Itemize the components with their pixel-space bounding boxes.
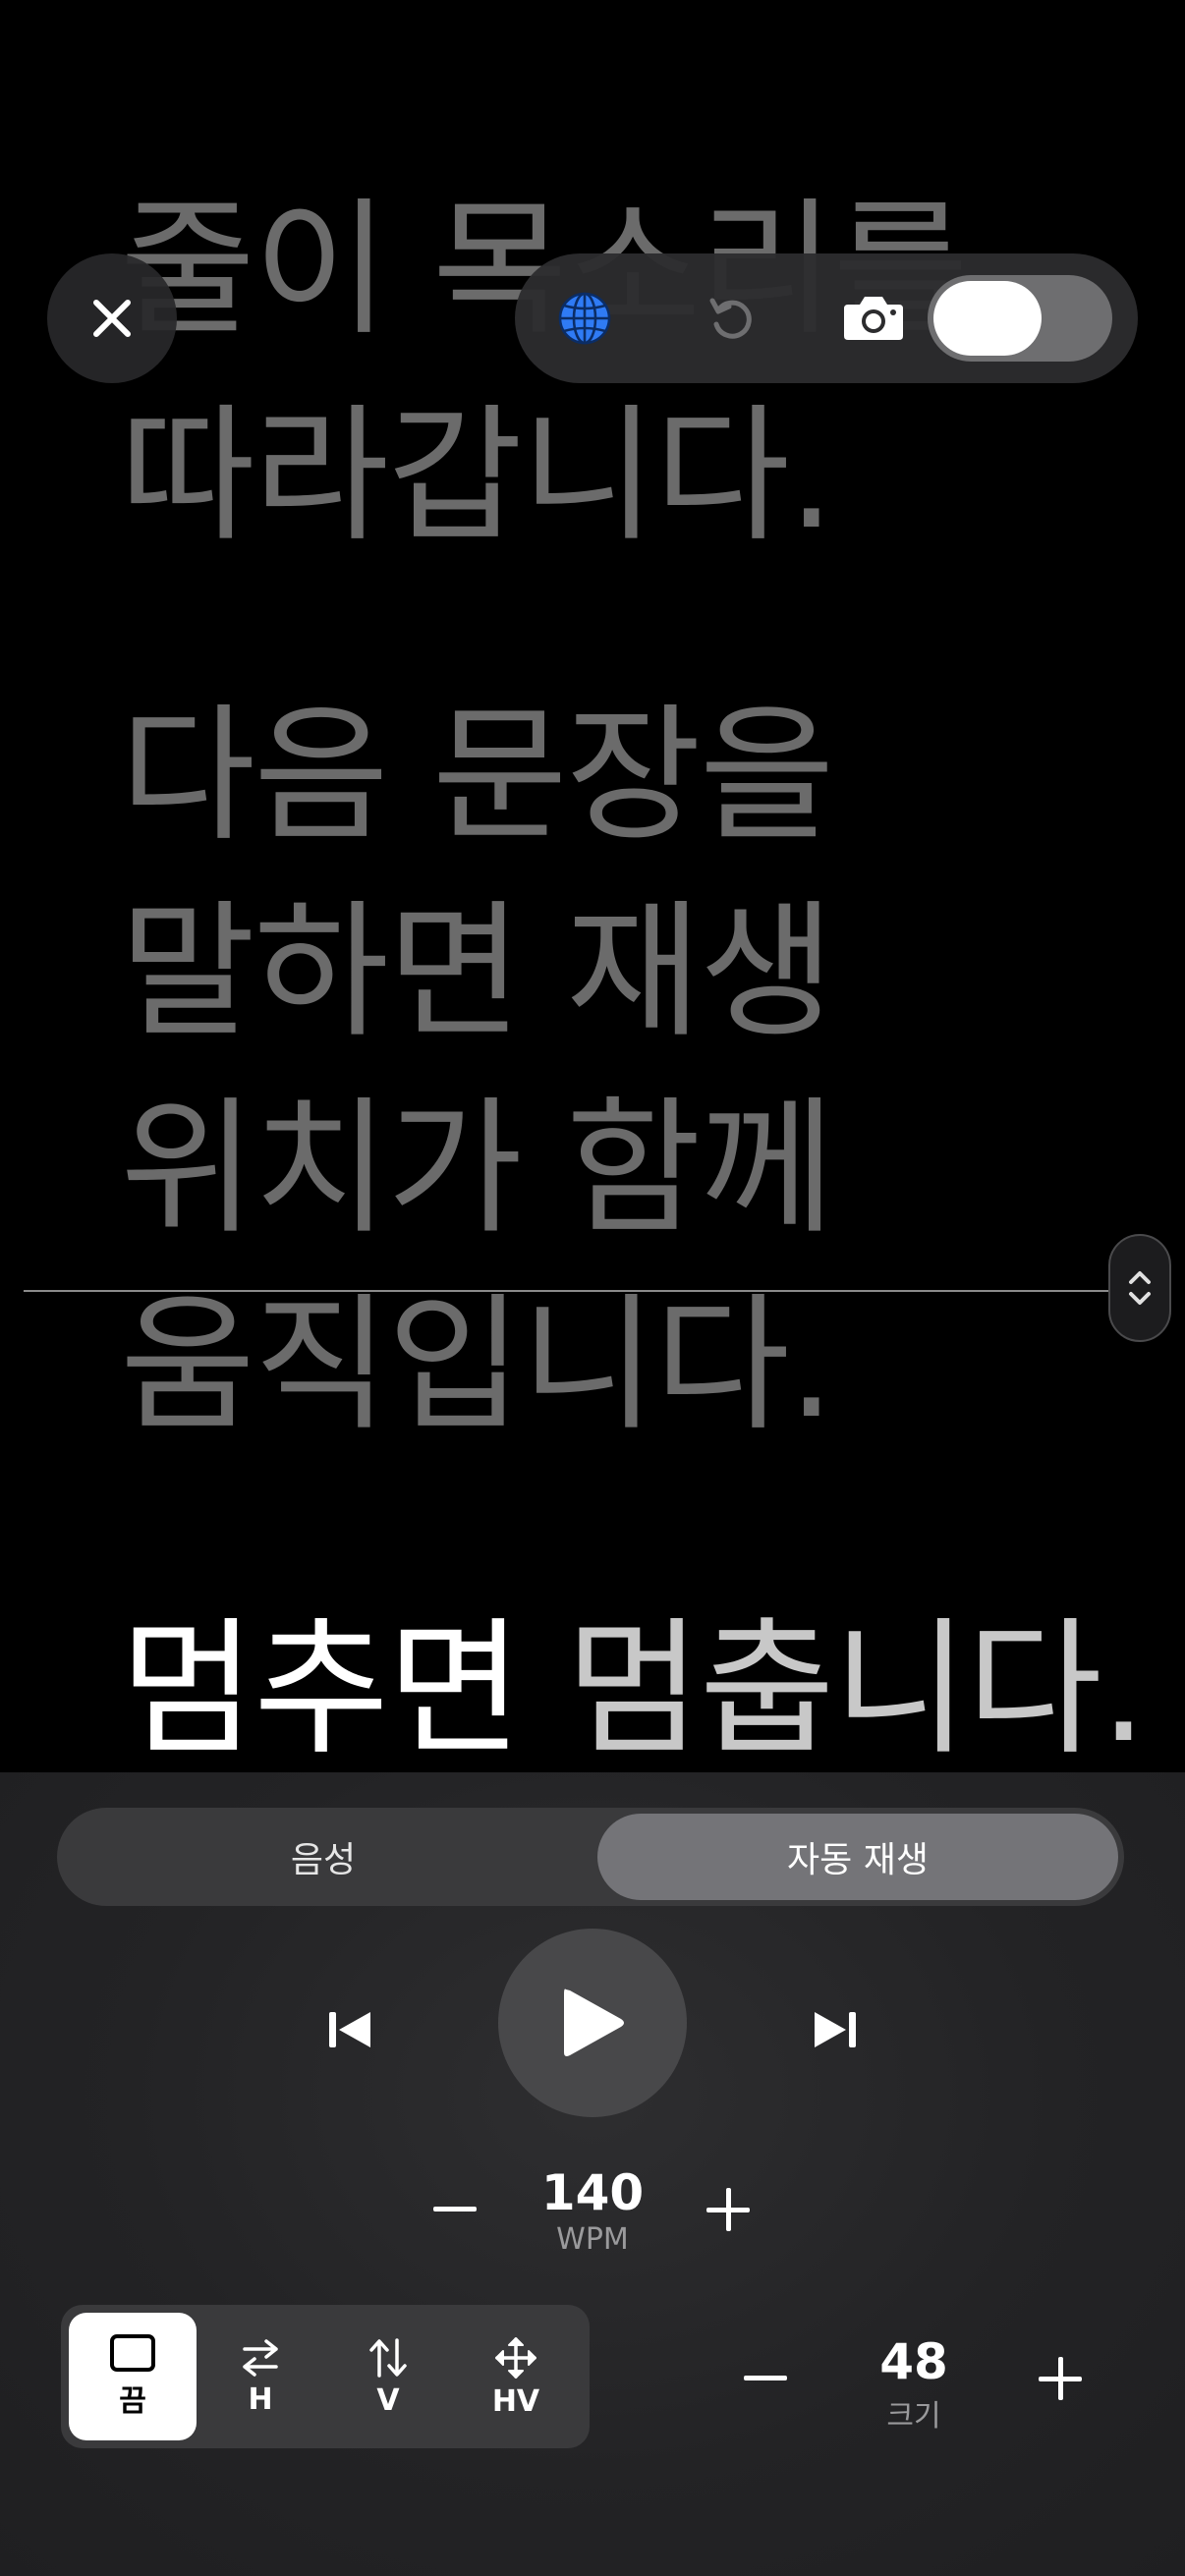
close-button[interactable] [47, 253, 177, 383]
tab-voice[interactable]: 음성 [63, 1814, 584, 1900]
current-script-line: 멈추면 멈춥니다. [120, 1601, 1148, 1772]
script-line: 말하면 재생 [120, 887, 835, 1058]
scroll-mode-off[interactable]: 끔 [69, 2313, 197, 2440]
guide-drag-handle[interactable] [1108, 1234, 1171, 1342]
speed-decrease-button[interactable] [411, 2165, 499, 2254]
minus-icon [744, 2376, 787, 2380]
mirror-toggle[interactable] [928, 275, 1112, 362]
script-line: 움직입니다. [120, 1280, 835, 1451]
chevron-up-down-icon [1129, 1271, 1151, 1305]
skip-back-icon [329, 2012, 370, 2047]
restart-button[interactable] [696, 284, 764, 353]
skip-back-button[interactable] [306, 1986, 394, 2074]
camera-button[interactable] [839, 284, 908, 353]
play-button[interactable] [498, 1929, 687, 2117]
scroll-mode-vertical[interactable]: V [324, 2313, 452, 2440]
next-word: 멈춥니다. [565, 1604, 1148, 1772]
camera-icon [844, 297, 903, 340]
script-line: 위치가 함께 [120, 1084, 835, 1255]
size-value: 48 [879, 2333, 948, 2390]
scroll-mode-label: V [376, 2382, 400, 2418]
script-line: 다음 문장을 [120, 691, 835, 862]
speed-unit: WPM [556, 2222, 629, 2257]
plus-icon [706, 2188, 750, 2231]
scroll-mode-both[interactable]: HV [452, 2313, 580, 2440]
size-decrease-button[interactable] [721, 2334, 810, 2423]
reading-guide-line [24, 1290, 1114, 1292]
scroll-mode-label: 끔 [119, 2384, 146, 2419]
scroll-mode-label: HV [491, 2383, 540, 2419]
square-icon [110, 2334, 155, 2372]
scroll-mode-selector: 끔 H V HV [61, 2305, 590, 2448]
speed-increase-button[interactable] [684, 2165, 772, 2254]
language-button[interactable] [550, 284, 619, 353]
close-icon [93, 300, 131, 337]
vertical-arrows-icon [369, 2337, 407, 2378]
size-increase-button[interactable] [1016, 2334, 1104, 2423]
scroll-mode-horizontal[interactable]: H [197, 2313, 324, 2440]
skip-forward-button[interactable] [791, 1986, 879, 2074]
horizontal-arrows-icon [243, 2338, 278, 2377]
undo-icon [709, 298, 752, 339]
minus-icon [433, 2207, 477, 2212]
tab-autoplay[interactable]: 자동 재생 [597, 1814, 1118, 1900]
toggle-knob [933, 281, 1042, 356]
skip-forward-icon [815, 2012, 856, 2047]
size-label: 크기 [886, 2399, 941, 2434]
top-toolbar [515, 253, 1138, 383]
move-arrows-icon [495, 2336, 536, 2379]
globe-icon [558, 292, 611, 345]
speed-value: 140 [540, 2164, 645, 2221]
control-panel: 음성 자동 재생 140 WPM 끔 H V HV 48 크기 [0, 1772, 1185, 2576]
script-line: 따라갑니다. [120, 391, 835, 562]
play-icon [564, 1988, 624, 2056]
mode-segmented-control: 음성 자동 재생 [57, 1808, 1124, 1906]
spoken-word: 멈추면 [120, 1604, 523, 1772]
plus-icon [1039, 2357, 1082, 2400]
scroll-mode-label: H [248, 2381, 273, 2417]
